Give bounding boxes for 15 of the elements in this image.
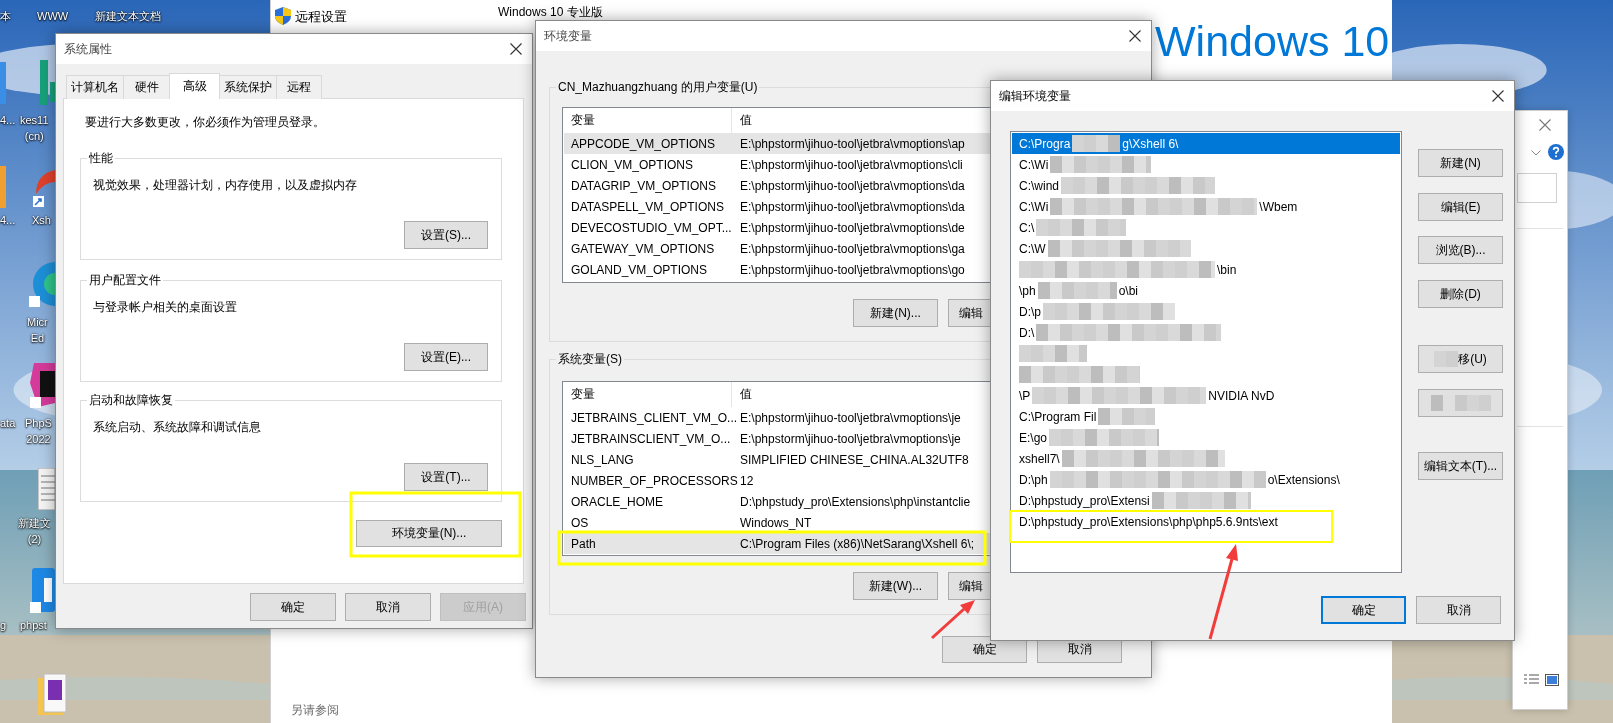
group-description: 视觉效果，处理器计划，内存使用，以及虚拟内存	[93, 177, 358, 193]
window-title: 编辑环境变量	[999, 87, 1071, 105]
see-also-heading: 另请参阅	[291, 702, 339, 719]
edition-heading: Windows 10 专业版	[498, 5, 603, 19]
window-title: 系统属性	[64, 40, 112, 58]
group-description: 与登录帐户相关的桌面设置	[93, 299, 238, 315]
windows-logo-text: Windows 10	[1155, 16, 1390, 66]
group-description: 系统启动、系统故障和调试信息	[93, 419, 262, 435]
group-title: CN_Mazhuangzhuang 的用户变量(U)	[557, 79, 759, 96]
notice-text: 要进行大多数更改，你必须作为管理员登录。	[85, 114, 326, 130]
window-title: 环境变量	[544, 27, 592, 45]
group-title: 启动和故障恢复	[88, 392, 174, 409]
group-title: 系统变量(S)	[557, 351, 623, 368]
group-title: 用户配置文件	[88, 272, 162, 289]
group-title: 性能	[88, 150, 114, 167]
